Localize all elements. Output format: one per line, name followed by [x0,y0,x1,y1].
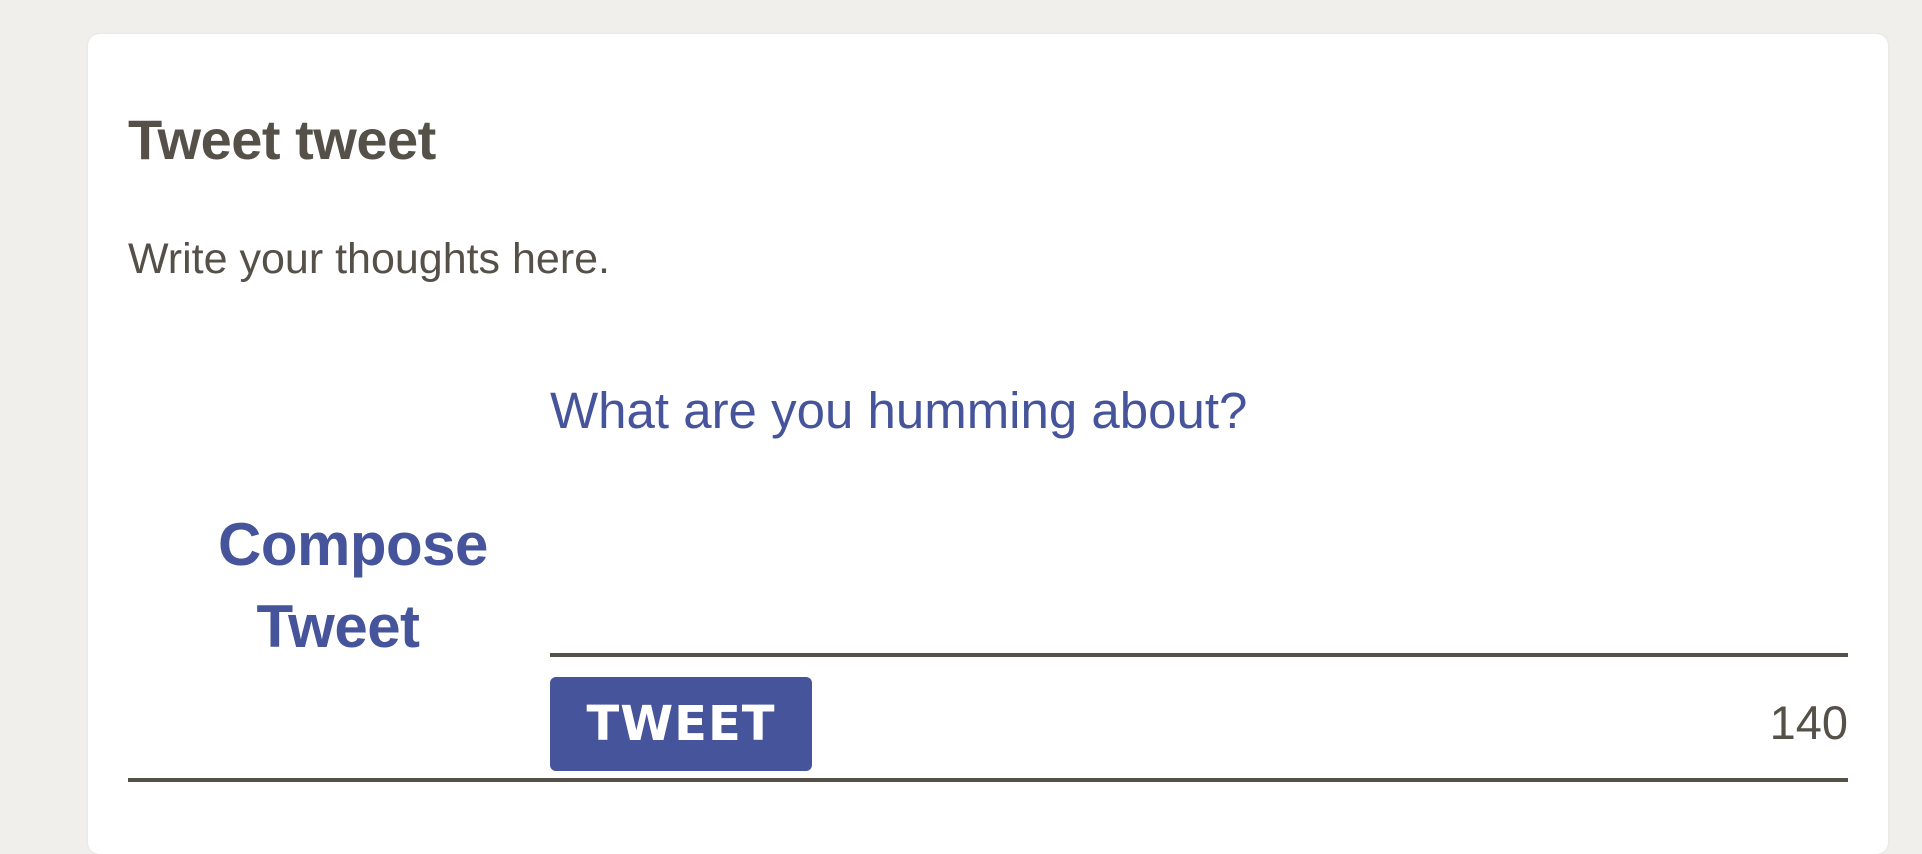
character-counter: 140 [1769,696,1848,749]
tweet-button[interactable]: TWEET [550,677,812,771]
tweet-card: Tweet tweet Write your thoughts here. Co… [88,34,1888,854]
composer-footer: TWEET 140 [550,677,1848,772]
compose-tweet-label: Compose Tweet [218,511,488,660]
tweet-composer: TWEET 140 [550,380,1848,772]
page-title: Tweet tweet [128,108,436,171]
divider [128,778,1848,782]
tweet-textarea[interactable] [550,380,1848,657]
page-subtitle: Write your thoughts here. [128,235,611,283]
